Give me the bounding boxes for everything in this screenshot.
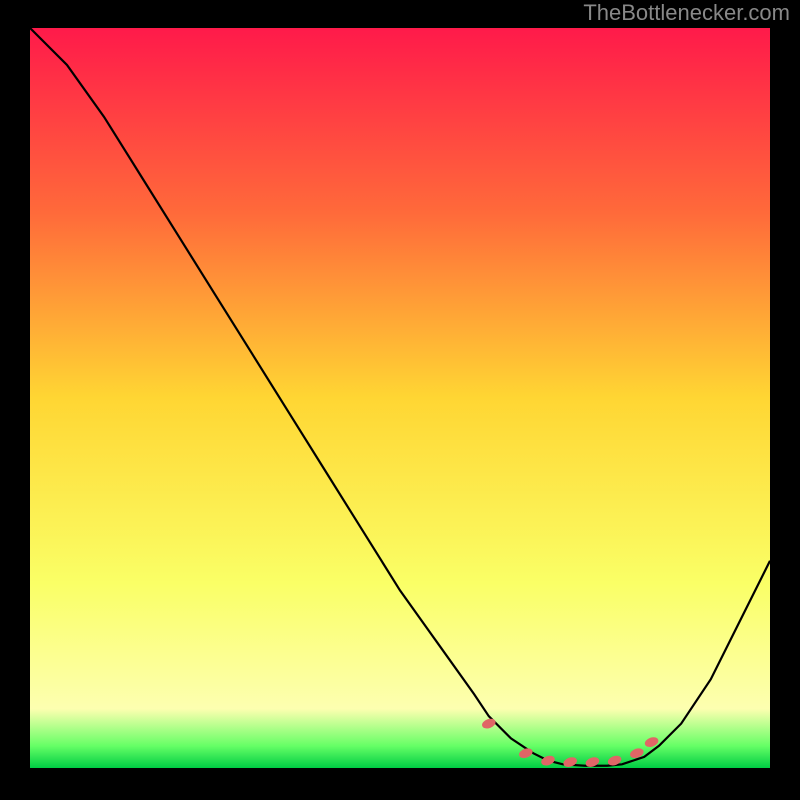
- curve-marker: [518, 747, 534, 760]
- credit-label: TheBottlenecker.com: [583, 0, 790, 26]
- curve-overlay: [30, 28, 770, 768]
- curve-marker: [540, 754, 556, 767]
- plot-area: [30, 28, 770, 768]
- chart-container: TheBottlenecker.com: [0, 0, 800, 800]
- bottleneck-curve-line: [30, 28, 770, 766]
- curve-marker: [481, 717, 497, 730]
